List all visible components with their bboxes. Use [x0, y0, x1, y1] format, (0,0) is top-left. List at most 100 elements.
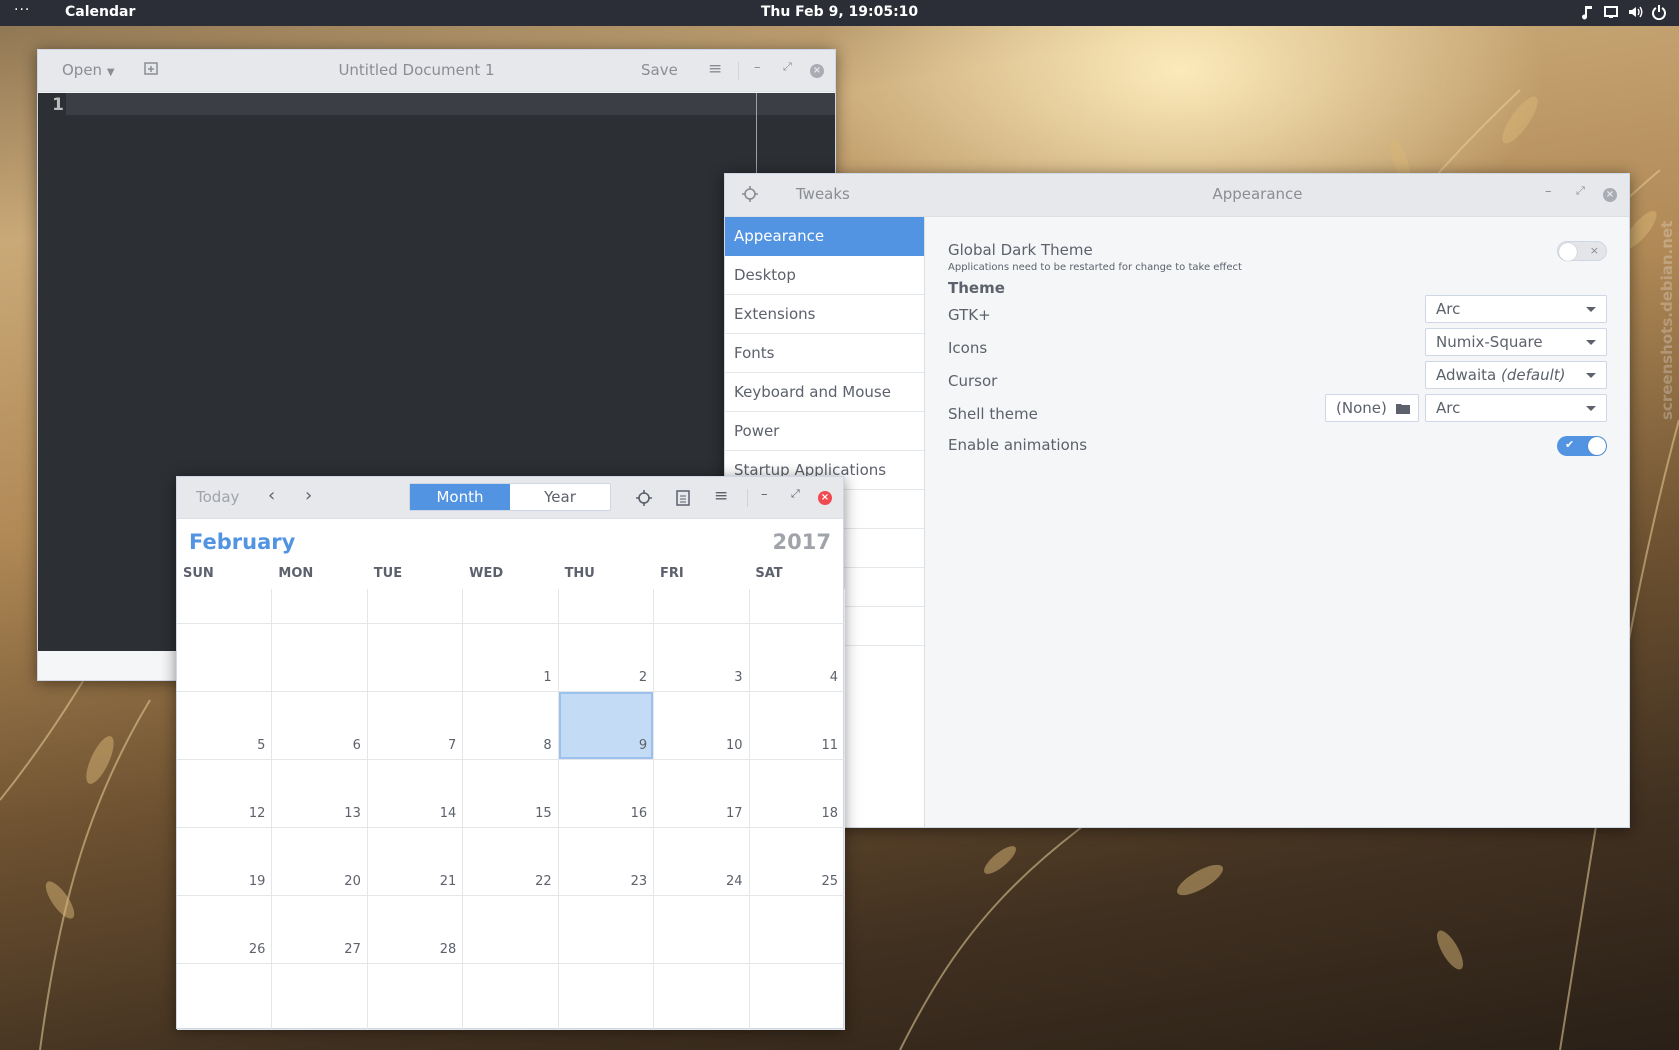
sidebar-item-power[interactable]: Power [725, 412, 924, 451]
previous-chevron-icon[interactable]: ‹ [268, 485, 275, 506]
empty-day-cell[interactable] [558, 964, 655, 1030]
weekday-label: SAT [755, 566, 783, 581]
empty-day-cell[interactable] [654, 964, 750, 1030]
global-dark-theme-hint: Applications need to be restarted for ch… [948, 262, 1242, 273]
power-icon[interactable] [1651, 4, 1667, 20]
minimize-button[interactable]: – [761, 487, 768, 502]
month-title: February [189, 530, 296, 554]
enable-animations-switch[interactable]: ✔ [1557, 436, 1607, 456]
maximize-button[interactable]: ⤢ [791, 487, 800, 501]
empty-day-cell[interactable] [558, 589, 655, 624]
empty-day-cell[interactable] [463, 589, 559, 624]
day-cell[interactable]: 18 [749, 760, 845, 828]
day-cell[interactable]: 24 [654, 828, 750, 896]
empty-day-cell[interactable] [654, 896, 750, 964]
empty-day-cell[interactable] [463, 896, 559, 964]
empty-day-cell[interactable] [272, 964, 368, 1030]
save-button[interactable]: Save [641, 61, 678, 79]
shell-theme-file-button[interactable]: (None) [1325, 394, 1419, 422]
day-cell[interactable]: 23 [558, 828, 655, 896]
day-cell[interactable]: 19 [177, 828, 273, 896]
month-tab[interactable]: Month [410, 484, 510, 510]
day-cell[interactable]: 3 [654, 624, 750, 692]
cursor-theme-combo[interactable]: Adwaita (default) [1425, 361, 1607, 389]
close-button[interactable]: × [1603, 188, 1617, 202]
day-number: 25 [821, 874, 838, 889]
year-tab[interactable]: Year [510, 484, 610, 510]
maximize-button[interactable]: ⤢ [1576, 184, 1585, 198]
separator [738, 62, 739, 80]
volume-icon[interactable] [1627, 4, 1643, 20]
day-number: 12 [248, 806, 266, 821]
minimize-button[interactable]: – [1545, 184, 1552, 199]
network-icon[interactable] [1603, 4, 1619, 20]
calendar-management-button[interactable] [676, 490, 690, 510]
line-number: 1 [38, 93, 66, 653]
day-cell[interactable]: 20 [272, 828, 368, 896]
empty-day-cell[interactable] [558, 896, 655, 964]
calendar-headerbar: Today ‹ › Month Year ≡ – ⤢ × [177, 477, 843, 519]
day-cell[interactable]: 2 [558, 624, 655, 692]
day-cell[interactable]: 9 [558, 692, 655, 760]
day-cell[interactable]: 1 [463, 624, 559, 692]
day-cell[interactable]: 15 [463, 760, 559, 828]
icons-theme-combo[interactable]: Numix-Square [1425, 328, 1607, 356]
minimize-button[interactable]: – [754, 60, 761, 75]
day-cell[interactable]: 4 [749, 624, 845, 692]
crosshair-icon [742, 186, 758, 202]
day-cell[interactable]: 14 [367, 760, 464, 828]
day-cell[interactable]: 8 [463, 692, 559, 760]
sidebar-item-extensions[interactable]: Extensions [725, 295, 924, 334]
empty-day-cell[interactable] [749, 589, 845, 624]
sidebar-item-desktop[interactable]: Desktop [725, 256, 924, 295]
empty-day-cell[interactable] [749, 896, 845, 964]
empty-day-cell[interactable] [367, 624, 464, 692]
sidebar-item-appearance[interactable]: Appearance [725, 217, 924, 256]
dropdown-arrow-icon [1586, 307, 1596, 312]
next-chevron-icon[interactable]: › [305, 485, 312, 506]
empty-day-cell[interactable] [367, 964, 464, 1030]
day-cell[interactable]: 5 [177, 692, 273, 760]
sidebar-item-keyboard-and-mouse[interactable]: Keyboard and Mouse [725, 373, 924, 412]
gtk-theme-combo[interactable]: Arc [1425, 295, 1607, 323]
day-cell[interactable]: 16 [558, 760, 655, 828]
day-cell[interactable]: 7 [367, 692, 464, 760]
empty-day-cell[interactable] [272, 589, 368, 624]
day-cell[interactable]: 28 [367, 896, 464, 964]
empty-day-cell[interactable] [272, 624, 368, 692]
shell-theme-combo[interactable]: Arc [1425, 394, 1607, 422]
day-cell[interactable]: 22 [463, 828, 559, 896]
day-cell[interactable]: 26 [177, 896, 273, 964]
system-tray[interactable] [1579, 4, 1667, 20]
empty-day-cell[interactable] [654, 589, 750, 624]
clock[interactable]: Thu Feb 9, 19:05:10 [0, 4, 1679, 20]
empty-day-cell[interactable] [177, 624, 273, 692]
music-note-icon[interactable] [1579, 4, 1595, 20]
empty-day-cell[interactable] [463, 964, 559, 1030]
day-number: 13 [344, 806, 361, 821]
day-cell[interactable]: 21 [367, 828, 464, 896]
day-cell[interactable]: 17 [654, 760, 750, 828]
today-button[interactable]: Today [196, 488, 239, 506]
sidebar-item-fonts[interactable]: Fonts [725, 334, 924, 373]
day-cell[interactable]: 11 [749, 692, 845, 760]
empty-day-cell[interactable] [177, 964, 273, 1030]
close-button[interactable]: × [810, 64, 824, 78]
empty-day-cell[interactable] [177, 589, 273, 624]
day-cell[interactable]: 10 [654, 692, 750, 760]
close-button[interactable]: × [818, 491, 832, 505]
hamburger-menu-icon[interactable]: ≡ [714, 486, 728, 506]
global-dark-theme-switch[interactable]: × [1557, 241, 1607, 261]
empty-day-cell[interactable] [749, 964, 845, 1030]
day-cell[interactable]: 6 [272, 692, 368, 760]
day-cell[interactable]: 27 [272, 896, 368, 964]
day-cell[interactable]: 25 [749, 828, 845, 896]
day-cell[interactable]: 12 [177, 760, 273, 828]
month-grid: 1 2 3 4 5 6 7 8 9 10 11 12 13 14 15 16 17 18 19 20 21 22 23 24 2… [177, 589, 845, 1030]
hamburger-menu-icon[interactable]: ≡ [708, 59, 722, 79]
empty-day-cell[interactable] [367, 589, 464, 624]
search-button[interactable] [635, 489, 653, 511]
search-button[interactable] [741, 185, 759, 207]
day-cell[interactable]: 13 [272, 760, 368, 828]
maximize-button[interactable]: ⤢ [783, 60, 792, 74]
